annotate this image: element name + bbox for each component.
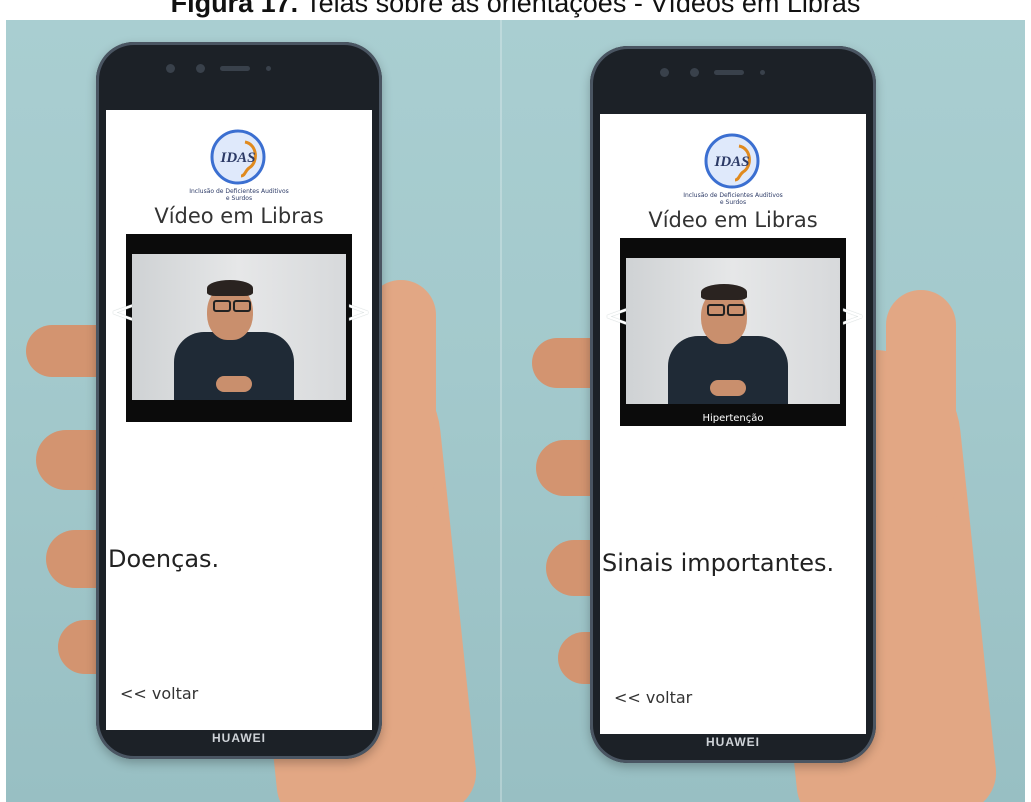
next-video-arrow[interactable]: > xyxy=(346,298,371,328)
figure-caption-text: Telas sobre as orientações - Vídeos em L… xyxy=(298,0,861,18)
right-hand-thumb xyxy=(886,290,956,520)
logo-subtitle: Inclusão de Deficientes Auditivos e Surd… xyxy=(683,192,783,206)
phone-left: IDAS Inclusão de Deficientes Auditivos e… xyxy=(96,42,382,759)
interpreter-hair xyxy=(701,284,747,300)
video-player[interactable] xyxy=(126,234,352,422)
sensor-icon xyxy=(266,66,271,71)
camera-icon xyxy=(166,64,175,73)
idas-logo-icon: IDAS xyxy=(210,129,266,185)
interpreter-glasses xyxy=(707,304,725,316)
sensor-icon xyxy=(760,70,765,75)
app-screen: IDAS Inclusão de Deficientes Auditivos e… xyxy=(600,114,866,734)
interpreter-hands xyxy=(216,376,252,392)
video-caption: Hipertenção xyxy=(702,413,764,424)
interpreter-glasses xyxy=(727,304,745,316)
phone-top-bezel xyxy=(590,46,876,114)
logo-subtitle: Inclusão de Deficientes Auditivos e Surd… xyxy=(189,188,289,202)
interpreter-glasses xyxy=(233,300,251,312)
logo-text: IDAS xyxy=(713,154,749,170)
logo-text: IDAS xyxy=(219,150,255,166)
back-link[interactable]: << voltar xyxy=(614,688,692,707)
phone-top-bezel xyxy=(96,42,382,110)
image-seam xyxy=(500,20,502,802)
figure-caption: Figura 17. Telas sobre as orientações - … xyxy=(0,0,1031,20)
phone-right: IDAS Inclusão de Deficientes Auditivos e… xyxy=(590,46,876,763)
previous-video-arrow[interactable]: < xyxy=(604,302,629,332)
phones-photo: IDAS Inclusão de Deficientes Auditivos e… xyxy=(6,20,1025,802)
screen-title: Vídeo em Libras xyxy=(648,208,818,232)
next-video-arrow[interactable]: > xyxy=(840,302,865,332)
video-frame xyxy=(132,254,346,400)
phone-brand-label: HUAWEI xyxy=(212,731,266,745)
app-screen: IDAS Inclusão de Deficientes Auditivos e… xyxy=(106,110,372,730)
interpreter-hands xyxy=(710,380,746,396)
section-heading: Doenças. xyxy=(108,545,220,573)
phone-brand-label: HUAWEI xyxy=(706,735,760,749)
previous-video-arrow[interactable]: < xyxy=(110,298,135,328)
camera-icon xyxy=(660,68,669,77)
back-link[interactable]: << voltar xyxy=(120,684,198,703)
speaker-grille xyxy=(714,70,744,75)
screen-title: Vídeo em Libras xyxy=(154,204,324,228)
section-heading: Sinais importantes. xyxy=(602,549,835,577)
interpreter-hair xyxy=(207,280,253,296)
sensor-icon xyxy=(690,68,699,77)
speaker-grille xyxy=(220,66,250,71)
sensor-icon xyxy=(196,64,205,73)
interpreter-glasses xyxy=(213,300,231,312)
video-player[interactable]: Hipertenção xyxy=(620,238,846,426)
video-frame xyxy=(626,258,840,404)
figure-label: Figura 17. xyxy=(170,0,299,18)
idas-logo-icon: IDAS xyxy=(704,133,760,189)
